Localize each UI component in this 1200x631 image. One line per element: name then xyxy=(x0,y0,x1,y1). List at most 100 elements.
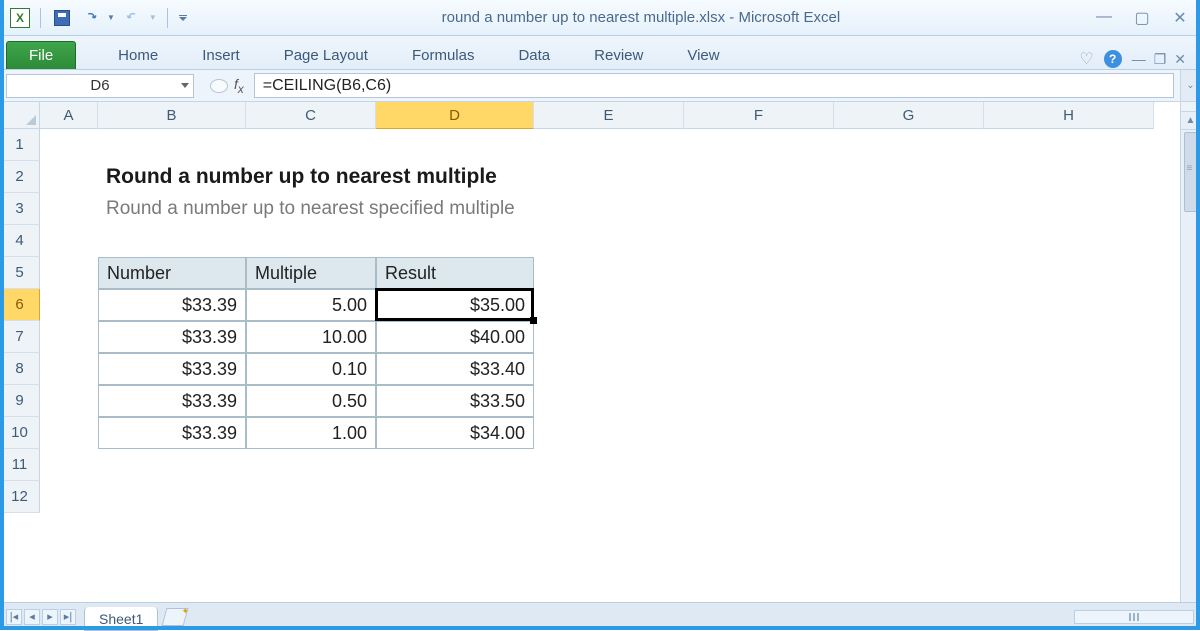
undo-dropdown-icon[interactable]: ▼ xyxy=(107,13,115,22)
table-header-result[interactable]: Result xyxy=(376,257,534,289)
row-header-12[interactable]: 12 xyxy=(0,481,40,513)
undo-icon xyxy=(84,10,100,26)
split-handle[interactable] xyxy=(1181,102,1200,112)
excel-logo-icon: X xyxy=(10,8,30,28)
formula-text: =CEILING(B6,C6) xyxy=(263,77,391,95)
fill-handle[interactable] xyxy=(530,317,537,324)
sheet-tab-sheet1[interactable]: Sheet1 xyxy=(84,607,158,631)
row-header-1[interactable]: 1 xyxy=(0,129,40,161)
separator xyxy=(167,8,168,28)
close-button[interactable]: ✕ xyxy=(1170,8,1190,28)
column-header-D[interactable]: D xyxy=(376,102,534,129)
row-header-8[interactable]: 8 xyxy=(0,353,40,385)
horizontal-scrollbar[interactable] xyxy=(1074,610,1194,624)
minimize-ribbon-icon[interactable]: ♡ xyxy=(1079,49,1093,69)
scroll-thumb[interactable] xyxy=(1184,132,1198,212)
tab-home[interactable]: Home xyxy=(96,41,180,69)
wb-restore-button[interactable]: ❐ xyxy=(1154,51,1167,68)
cell-result-10[interactable]: $34.00 xyxy=(376,417,534,449)
insert-function-button[interactable]: fx xyxy=(234,76,244,96)
cell-result-8[interactable]: $33.40 xyxy=(376,353,534,385)
help-icon[interactable]: ? xyxy=(1104,50,1122,68)
new-sheet-button[interactable] xyxy=(162,608,189,626)
workbook-window-controls: — ❐ ✕ xyxy=(1132,51,1186,68)
redo-dropdown-icon[interactable]: ▼ xyxy=(149,13,157,22)
prev-sheet-button[interactable]: ◂ xyxy=(24,609,40,625)
column-header-E[interactable]: E xyxy=(534,102,684,129)
scroll-up-button[interactable]: ▲ xyxy=(1181,112,1200,130)
worksheet-grid[interactable]: 123456789101112 ABCDEFGH Round a number … xyxy=(0,102,1200,602)
cell-multiple-8[interactable]: 0.10 xyxy=(246,353,376,385)
column-header-A[interactable]: A xyxy=(40,102,98,129)
title-bar: X ▼ ▼ round a number up to nearest multi… xyxy=(0,0,1200,36)
separator xyxy=(40,8,41,28)
save-icon xyxy=(54,10,70,26)
window-title: round a number up to nearest multiple.xl… xyxy=(188,9,1094,26)
next-sheet-button[interactable]: ▸ xyxy=(42,609,58,625)
cell-number-6[interactable]: $33.39 xyxy=(98,289,246,321)
tab-data[interactable]: Data xyxy=(496,41,572,69)
worksheet-subtitle: Round a number up to nearest specified m… xyxy=(98,193,798,225)
tab-formulas[interactable]: Formulas xyxy=(390,41,497,69)
row-header-5[interactable]: 5 xyxy=(0,257,40,289)
dropdown-icon xyxy=(181,83,189,88)
row-header-10[interactable]: 10 xyxy=(0,417,40,449)
window-controls: — ▢ ✕ xyxy=(1094,8,1190,28)
row-header-6[interactable]: 6 xyxy=(0,289,40,321)
wb-close-button[interactable]: ✕ xyxy=(1174,51,1186,68)
sheet-tab-label: Sheet1 xyxy=(99,611,143,627)
row-header-9[interactable]: 9 xyxy=(0,385,40,417)
redo-icon xyxy=(126,10,142,26)
name-box-value: D6 xyxy=(90,77,109,94)
cell-number-9[interactable]: $33.39 xyxy=(98,385,246,417)
cell-number-10[interactable]: $33.39 xyxy=(98,417,246,449)
cell-number-7[interactable]: $33.39 xyxy=(98,321,246,353)
row-header-11[interactable]: 11 xyxy=(0,449,40,481)
vertical-scrollbar[interactable]: ▲ xyxy=(1180,102,1200,602)
row-header-3[interactable]: 3 xyxy=(0,193,40,225)
worksheet-title: Round a number up to nearest multiple xyxy=(98,161,798,193)
cell-result-6[interactable]: $35.00 xyxy=(376,289,534,321)
cell-number-8[interactable]: $33.39 xyxy=(98,353,246,385)
tab-page-layout[interactable]: Page Layout xyxy=(262,41,390,69)
ribbon-tabs: File Home Insert Page Layout Formulas Da… xyxy=(0,36,1200,70)
name-box[interactable]: D6 xyxy=(6,74,194,98)
minimize-button[interactable]: — xyxy=(1094,8,1114,28)
sheet-tab-bar: |◂ ◂ ▸ ▸| Sheet1 xyxy=(0,602,1200,630)
first-sheet-button[interactable]: |◂ xyxy=(6,609,22,625)
cell-multiple-10[interactable]: 1.00 xyxy=(246,417,376,449)
select-all-corner[interactable] xyxy=(0,102,40,129)
cancel-formula-icon xyxy=(210,79,228,93)
column-header-B[interactable]: B xyxy=(98,102,246,129)
expand-formula-bar-button[interactable]: ⌄ xyxy=(1180,70,1200,101)
tab-review[interactable]: Review xyxy=(572,41,665,69)
sheet-nav-arrows: |◂ ◂ ▸ ▸| xyxy=(6,609,76,625)
undo-button[interactable] xyxy=(81,7,103,29)
column-header-C[interactable]: C xyxy=(246,102,376,129)
tab-view[interactable]: View xyxy=(665,41,741,69)
row-header-7[interactable]: 7 xyxy=(0,321,40,353)
wb-minimize-button[interactable]: — xyxy=(1132,51,1146,68)
row-header-4[interactable]: 4 xyxy=(0,225,40,257)
formula-bar-row: D6 fx =CEILING(B6,C6) ⌄ xyxy=(0,70,1200,102)
table-header-number[interactable]: Number xyxy=(98,257,246,289)
table-header-multiple[interactable]: Multiple xyxy=(246,257,376,289)
last-sheet-button[interactable]: ▸| xyxy=(60,609,76,625)
save-button[interactable] xyxy=(51,7,73,29)
cell-result-9[interactable]: $33.50 xyxy=(376,385,534,417)
column-header-H[interactable]: H xyxy=(984,102,1154,129)
column-header-G[interactable]: G xyxy=(834,102,984,129)
column-header-F[interactable]: F xyxy=(684,102,834,129)
file-tab[interactable]: File xyxy=(6,41,76,69)
cell-multiple-7[interactable]: 10.00 xyxy=(246,321,376,353)
formula-input[interactable]: =CEILING(B6,C6) xyxy=(254,73,1174,98)
cell-result-7[interactable]: $40.00 xyxy=(376,321,534,353)
cell-multiple-9[interactable]: 0.50 xyxy=(246,385,376,417)
customize-qat-button[interactable] xyxy=(178,15,188,21)
redo-button[interactable] xyxy=(123,7,145,29)
row-header-2[interactable]: 2 xyxy=(0,161,40,193)
cell-multiple-6[interactable]: 5.00 xyxy=(246,289,376,321)
quick-access-toolbar: X ▼ ▼ xyxy=(10,7,188,29)
maximize-button[interactable]: ▢ xyxy=(1132,8,1152,28)
tab-insert[interactable]: Insert xyxy=(180,41,262,69)
